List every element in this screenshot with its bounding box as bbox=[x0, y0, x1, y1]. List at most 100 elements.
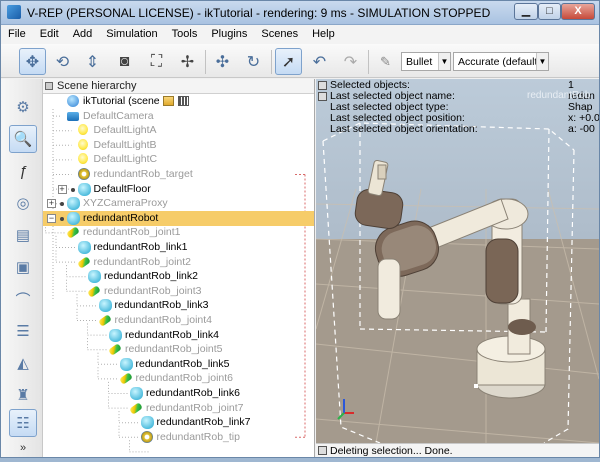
tree-item-label: redundantRob_link6 bbox=[146, 387, 240, 399]
left-toolbar: ⚙ 🔍 ƒ ◎ ▤ ▣ ⌒ ☰ ◭ ♜ ☷ » bbox=[1, 79, 43, 457]
camera-snapshot-icon[interactable]: ◙ bbox=[111, 48, 138, 75]
menu-plugins[interactable]: Plugins bbox=[204, 25, 254, 44]
shape-icon bbox=[67, 197, 80, 211]
tree-row[interactable]: DefaultLightC bbox=[43, 152, 314, 167]
tree-row[interactable]: redundantRob_joint7 bbox=[43, 401, 314, 416]
toolbar-separator bbox=[271, 50, 272, 74]
tree-row[interactable]: redundantRob_joint4 bbox=[43, 313, 314, 328]
tree-item-label: redundantRob_link1 bbox=[93, 241, 188, 253]
undo-icon[interactable]: ↶ bbox=[306, 48, 333, 75]
camera-pan-icon[interactable]: ✥ bbox=[19, 48, 46, 75]
minimize-button[interactable]: ▁ bbox=[514, 3, 538, 20]
status-toggle-icon[interactable] bbox=[318, 446, 327, 455]
tree-row[interactable]: redundantRob_link3 bbox=[43, 298, 314, 313]
info-toggle-icon[interactable] bbox=[318, 92, 327, 101]
tree-row[interactable]: DefaultLightB bbox=[43, 138, 314, 153]
tree-row[interactable]: redundantRob_joint5 bbox=[43, 342, 314, 357]
chevron-down-icon: ▼ bbox=[438, 53, 450, 70]
dummy-icon bbox=[77, 168, 90, 180]
customization-script-icon[interactable] bbox=[178, 96, 189, 106]
maximize-button[interactable]: □ bbox=[538, 3, 561, 20]
tree-item-label: redundantRob_joint4 bbox=[114, 314, 213, 326]
tree-row[interactable]: redundantRob_target bbox=[43, 167, 314, 182]
tree-row[interactable]: redundantRob_link1 bbox=[43, 240, 314, 255]
tree-row[interactable]: redundantRob_joint2 bbox=[43, 255, 314, 270]
scene-3d-view[interactable]: Selected objects: Last selected object n… bbox=[316, 79, 599, 443]
tree-row[interactable]: redundantRob_joint3 bbox=[43, 284, 314, 299]
scene-hierarchy-icon[interactable]: ☷ bbox=[9, 409, 37, 437]
tree-row[interactable]: DefaultCamera bbox=[43, 109, 314, 124]
tree-row[interactable]: redundantRob_link5 bbox=[43, 357, 314, 372]
scene-object-properties-icon[interactable]: 🔍 bbox=[9, 125, 37, 153]
joint-icon bbox=[87, 284, 101, 298]
info-toggle-icon[interactable] bbox=[318, 81, 327, 90]
collections-icon[interactable]: ◎ bbox=[9, 189, 37, 217]
accuracy-select[interactable]: Accurate (default) ▼ bbox=[453, 52, 549, 71]
tree-item-label: redundantRob_joint6 bbox=[135, 372, 234, 385]
tree-item-label: DefaultLightC bbox=[93, 153, 158, 166]
fit-to-view-icon[interactable]: ⛶ bbox=[143, 48, 170, 75]
close-button[interactable]: X bbox=[561, 3, 595, 20]
title-bar[interactable]: V-REP (PERSONAL LICENSE) - ikTutorial - … bbox=[1, 1, 599, 25]
robot-icon[interactable]: ♜ bbox=[9, 381, 37, 409]
expand-icon[interactable]: + bbox=[47, 199, 56, 209]
camera-rotate-icon[interactable]: ⟲ bbox=[49, 48, 76, 75]
tree-row[interactable]: + XYZCameraProxy bbox=[43, 196, 314, 211]
scene-root-row[interactable]: ikTutorial (scene 1) bbox=[43, 94, 314, 109]
object-shift-icon[interactable]: ✣ bbox=[209, 48, 236, 75]
menu-simulation[interactable]: Simulation bbox=[99, 25, 164, 44]
visibility-dot-icon[interactable] bbox=[60, 202, 64, 207]
camera-shift-icon[interactable]: ⇕ bbox=[79, 48, 106, 75]
chevron-down-icon: ▼ bbox=[536, 53, 548, 70]
light-icon bbox=[77, 124, 88, 136]
visibility-dot-icon[interactable] bbox=[60, 216, 64, 221]
click-select-icon[interactable]: ➚ bbox=[275, 48, 302, 75]
tree-row[interactable]: redundantRob_link7 bbox=[43, 415, 314, 430]
joint-icon bbox=[97, 314, 112, 327]
script-icon[interactable] bbox=[163, 96, 174, 106]
expand-icon[interactable]: + bbox=[57, 184, 67, 194]
object-rotate-icon[interactable]: ↻ bbox=[240, 48, 267, 75]
redo-icon[interactable]: ↷ bbox=[337, 48, 364, 75]
robot-model bbox=[354, 159, 546, 399]
tree-item-label: ikTutorial (scene 1) bbox=[83, 95, 172, 107]
menu-edit[interactable]: Edit bbox=[33, 25, 66, 44]
light-icon bbox=[77, 153, 88, 165]
menu-tools[interactable]: Tools bbox=[165, 25, 205, 44]
model-icon bbox=[67, 95, 79, 107]
menu-help[interactable]: Help bbox=[305, 25, 342, 44]
app-icon bbox=[7, 5, 21, 19]
visibility-dot-icon[interactable] bbox=[70, 187, 75, 192]
tree-row[interactable]: redundantRob_joint1 bbox=[43, 225, 314, 240]
scene-hierarchy-panel: Scene hierarchy ikTutorial (scene 1) Defa… bbox=[43, 79, 315, 457]
menu-bar: File Edit Add Simulation Tools Plugins S… bbox=[1, 25, 599, 44]
tree-item-label: DefaultFloor bbox=[93, 182, 151, 195]
dynamics-icon[interactable]: ✎ bbox=[372, 48, 399, 75]
selection-icon[interactable]: ☰ bbox=[9, 317, 37, 345]
tree-row[interactable]: redundantRob_link6 bbox=[43, 386, 314, 401]
joint-icon bbox=[129, 401, 143, 415]
tree-row[interactable]: redundantRob_joint6 bbox=[43, 371, 314, 386]
tree-item-label: redundantRob_joint7 bbox=[146, 401, 244, 414]
tree-item-label: redundantRob_joint5 bbox=[125, 343, 223, 356]
tree-row[interactable]: − redundantRobot bbox=[43, 210, 314, 226]
simulation-settings-icon[interactable]: ⚙ bbox=[9, 93, 37, 121]
camera-fly-icon[interactable]: ✢ bbox=[174, 48, 201, 75]
menu-file[interactable]: File bbox=[1, 25, 33, 44]
calculation-modules-icon[interactable]: ƒ bbox=[9, 157, 37, 185]
window-title: V-REP (PERSONAL LICENSE) - ikTutorial - … bbox=[27, 6, 491, 20]
path-edit-icon[interactable]: ⌒ bbox=[9, 285, 37, 313]
collapse-icon[interactable]: − bbox=[47, 213, 56, 223]
tree-row[interactable]: DefaultLightA bbox=[43, 123, 314, 138]
menu-add[interactable]: Add bbox=[66, 25, 100, 44]
tree-row[interactable]: redundantRob_link4 bbox=[43, 328, 314, 343]
tree-row[interactable]: + DefaultFloor bbox=[43, 182, 314, 197]
model-browser-icon[interactable]: ◭ bbox=[9, 349, 37, 377]
tree-row[interactable]: redundantRob_tip bbox=[43, 430, 314, 445]
tree-row[interactable]: redundantRob_link2 bbox=[43, 269, 314, 284]
tree-item-label: redundantRob_link5 bbox=[135, 357, 230, 370]
scripts-icon[interactable]: ▤ bbox=[9, 221, 37, 249]
menu-scenes[interactable]: Scenes bbox=[254, 25, 305, 44]
physics-engine-select[interactable]: Bullet ▼ bbox=[401, 52, 451, 71]
shape-edit-icon[interactable]: ▣ bbox=[9, 253, 37, 281]
